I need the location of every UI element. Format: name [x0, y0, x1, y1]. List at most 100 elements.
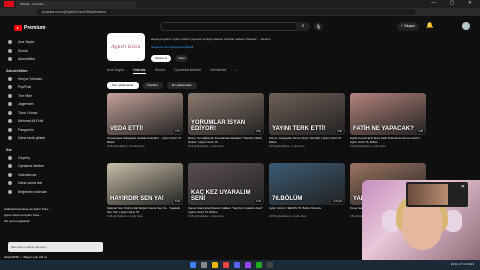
sidebar-item-your-videos[interactable]: Videolarınız — [0, 171, 70, 180]
sidebar-item-liked[interactable]: Beğenilen videolar — [0, 188, 70, 197]
sidebar-sub-item[interactable]: PopPosi — [0, 83, 70, 92]
discord-icon[interactable] — [234, 262, 240, 268]
video-card[interactable]: 76.BÖLÜM 2:24:22 Aykırı Gözü 3. SEZON 76.… — [269, 163, 345, 218]
sidebar-item-subscriptions[interactable]: Abonelikler — [0, 55, 70, 64]
bell-icon[interactable]: 🔔 — [426, 22, 433, 29]
search-icon[interactable]: ⌕ — [236, 68, 238, 74]
duration-badge: 5:03 — [173, 200, 181, 203]
video-title[interactable]: Tanyanpaşa Gülçaydan Gelatla Veda Etti! … — [107, 137, 183, 144]
video-card[interactable]: HAYIRDIR SEN YA! 5:03 Fatimah Son Yıldırı… — [107, 163, 183, 218]
close-icon[interactable]: ✕ — [461, 184, 465, 190]
tab-home[interactable]: Ana Sayfa — [107, 68, 124, 74]
spotify-icon[interactable] — [256, 262, 262, 268]
window-controls[interactable]: — ▢ ✕ — [431, 0, 478, 6]
video-title[interactable]: Aykırı Gözü 3. SEZON 76. Bölüm Tamamı — [269, 207, 345, 214]
sidebar-sub-item[interactable]: Jagermeh — [0, 100, 70, 109]
browser-icon[interactable] — [223, 262, 229, 268]
tab-posts[interactable]: Gönderiler — [210, 68, 227, 74]
sidebar-item-shorts[interactable]: Shorts — [0, 47, 70, 56]
video-meta: 13 B görüntüleme • 2 gün önce — [188, 215, 224, 219]
youtube-logo[interactable]: Premium — [14, 25, 45, 31]
taskbar-clock[interactable]: 18:42 27.10.2024 — [451, 262, 474, 266]
search-icon[interactable] — [201, 262, 207, 268]
sidebar-item-watch-later[interactable]: Daha sonra izle — [0, 179, 70, 188]
video-title[interactable]: Sunum Kaza Ezeli Mesmri Çalkarı: "Kaç Ke… — [188, 207, 264, 214]
channel-avatar-icon — [8, 93, 12, 98]
video-card[interactable]: FATİH NE YAPACAK? 3:28 Eylülü Kemisi Ecki… — [350, 93, 426, 148]
duration-badge: 3:52 — [254, 130, 262, 133]
browser-tab[interactable]: Official - YouTube — [16, 1, 136, 8]
video-meta: 19 B görüntüleme • 1 gün önce — [350, 145, 386, 149]
search-icon[interactable]: ⌕ — [296, 22, 310, 31]
join-button[interactable]: Katıl — [175, 55, 188, 62]
miniplayer[interactable]: ✕ — [406, 182, 468, 207]
video-title[interactable]: Fatimah Son Yıldırım Eki Sözjeli Ona ile… — [107, 207, 183, 214]
sidebar-sub-item[interactable]: Tuna Yılmaz — [0, 109, 70, 118]
video-card[interactable]: YORUMLAR İSYAN EDİYOR! 3:52 Memo: Su Hakk… — [188, 93, 264, 148]
video-thumbnail[interactable]: VEDA ETTİ! 4:57 — [107, 93, 183, 135]
tab-videos[interactable]: Videolar — [132, 68, 146, 74]
video-thumbnail[interactable]: FATİH NE YAPACAK? 3:28 — [350, 93, 426, 135]
video-thumbnail[interactable]: YAYINI TERK ETTİ! 5:26 — [269, 93, 345, 135]
shorts-icon — [8, 48, 12, 53]
thumbnail-caption: YAYINI TERK ETTİ! — [272, 126, 326, 132]
browser-tab-strip: Official - YouTube — ▢ ✕ — [0, 0, 480, 8]
chat-message: Siz yorum yapacak — [4, 219, 30, 223]
video-title[interactable]: Kerem, Gülçaydan Sonra Yayını Terk Etti!… — [269, 137, 345, 144]
sidebar-sub-item[interactable]: Pangomin — [0, 126, 70, 135]
filter-chip-latest[interactable]: Son yüklenenler — [107, 82, 139, 89]
video-card[interactable]: YAYINI TERK ETTİ! 5:26 Kerem, Gülçaydan S… — [269, 93, 345, 148]
filter-chip-popular[interactable]: Popüler — [142, 82, 163, 89]
sidebar-sub-item[interactable]: Kenya Yıldızları — [0, 75, 70, 84]
filter-chips: Son yüklenenler Popüler En yüklenenler — [107, 82, 197, 89]
search-input[interactable] — [160, 22, 310, 31]
account-avatar[interactable] — [462, 22, 470, 30]
video-thumbnail[interactable]: 76.BÖLÜM 2:24:22 — [269, 163, 345, 205]
you-heading: Siz — [6, 146, 12, 152]
tab-shorts[interactable]: Shorts — [155, 68, 165, 74]
create-button[interactable]: + Oluştur — [397, 22, 419, 31]
obs-icon[interactable] — [267, 262, 273, 268]
video-title[interactable]: Eylülü Kemisi Ecki Şiraz Fatih Fatimali … — [350, 137, 426, 144]
tab-playlists[interactable]: Oynatma listeleri — [174, 68, 201, 74]
video-meta: 120 B görüntüleme • 2 gün önce — [269, 215, 307, 219]
duration-badge: 4:44 — [254, 200, 262, 203]
address-bar-row: youtube.com/@AykiriGozu/Official/videos — [0, 8, 480, 16]
channel-link[interactable]: facebook.com/aykirigozu/official — [151, 45, 193, 49]
filter-chip-oldest[interactable]: En yüklenenler — [166, 82, 197, 89]
sidebar-item-playlists[interactable]: Oynatma listeleri — [0, 162, 70, 171]
youtube-header: Premium ⌕ 🎙 + Oluştur 🔔 — [0, 16, 480, 38]
video-thumbnail[interactable]: KAÇ KEZ UYARALIM SENİ 4:44 — [188, 163, 264, 205]
clock-icon — [8, 181, 12, 186]
folder-icon[interactable] — [212, 262, 218, 268]
video-meta: 22 B görüntüleme • 1 gün önce — [188, 145, 224, 149]
video-title[interactable]: Memo: Su Hakkında Yorumlardan Rahatsız! … — [188, 137, 264, 144]
duration-badge: 2:24:22 — [332, 200, 343, 203]
windows-start-icon[interactable] — [190, 262, 196, 268]
channel-tabs: Ana Sayfa Videolar Shorts Oynatma listel… — [107, 68, 238, 74]
channel-avatar-icon — [8, 127, 12, 132]
video-thumbnail[interactable]: YORUMLAR İSYAN EDİYOR! 3:52 — [188, 93, 264, 135]
duration-badge: 4:57 — [173, 130, 181, 133]
sidebar-sub-item[interactable]: Mehmet Ali Erbil — [0, 117, 70, 126]
subscribe-button[interactable]: Abone ol — [151, 55, 171, 62]
sidebar-item-history[interactable]: Geçmiş — [0, 154, 70, 163]
duration-badge: 5:26 — [335, 130, 343, 133]
channel-description[interactable]: Hayat programı: Aykırı Gözü! yeperice ye… — [151, 37, 301, 41]
miniplayer-thumbnail[interactable] — [408, 184, 448, 205]
twitch-icon[interactable] — [245, 262, 251, 268]
chat-popup: Sen bunun sıkıntı olmuyor... — [8, 242, 103, 252]
mic-icon[interactable]: 🎙 — [314, 22, 323, 31]
address-bar[interactable]: youtube.com/@AykiriGozu/Official/videos — [36, 9, 416, 15]
turkey-flag-icon — [4, 1, 14, 7]
sidebar-item-home[interactable]: Ana Sayfa — [0, 38, 70, 47]
video-card[interactable]: KAÇ KEZ UYARALIM SENİ 4:44 Sunum Kaza Eze… — [188, 163, 264, 218]
channel-logo[interactable]: Aykırı Gözü — [107, 33, 145, 61]
video-thumbnail[interactable]: HAYIRDIR SEN YA! 5:03 — [107, 163, 183, 205]
sidebar-show-more[interactable]: Daha fazla göster — [0, 134, 70, 143]
thumbnail-caption: HAYIRDIR SEN YA! — [110, 196, 164, 202]
channel-avatar-icon — [8, 119, 12, 124]
sidebar-sub-item[interactable]: The Hide — [0, 92, 70, 101]
video-card[interactable]: VEDA ETTİ! 4:57 Tanyanpaşa Gülçaydan Gela… — [107, 93, 183, 148]
history-icon — [8, 155, 12, 160]
